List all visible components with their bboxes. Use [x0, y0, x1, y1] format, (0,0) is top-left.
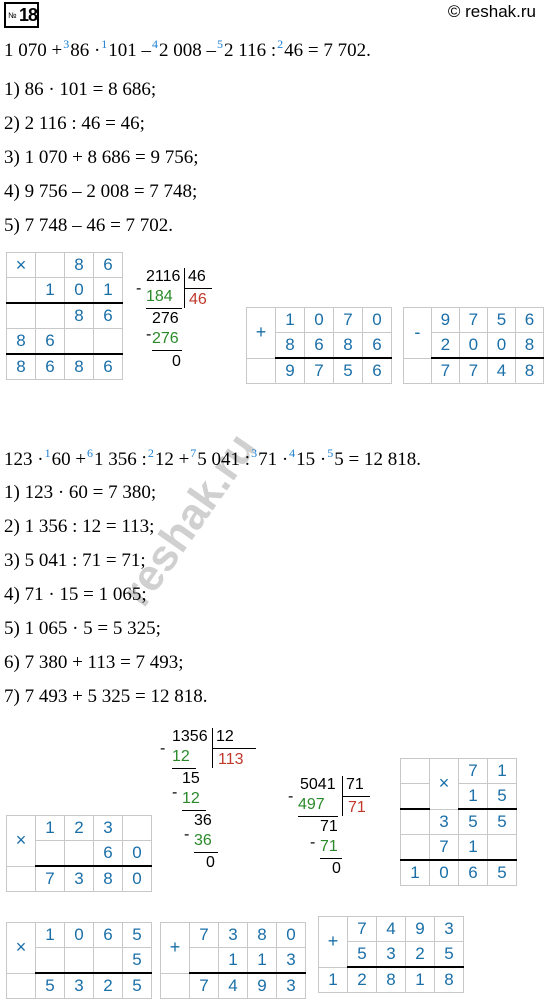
step-line: 4) 71 · 15 = 1 065; [4, 584, 147, 605]
multiplication-123x60: × 1 2 3 60 7380 [6, 815, 152, 892]
step-line: 7) 7 493 + 5 325 = 12 818. [4, 686, 208, 707]
step-line: 5) 7 748 – 46 = 7 702. [4, 215, 174, 236]
multiplication-86x101: × 8 6 101 86 86 8686 [6, 252, 123, 380]
long-division-1356-12: - 1356 12 12 113 15 - 12 36 - 36 0 [160, 728, 270, 898]
site-watermark: © reshak.ru [447, 2, 536, 21]
multiplication-71x15: × 7 1 15 355 71 1065 [400, 758, 517, 886]
multiplication-1065x5: × 1 0 6 5 5 5325 [6, 922, 152, 999]
expression-1: 1 070 +386 ·1101 –42 008 –52 116 :246 = … [4, 37, 371, 61]
long-division-2116-46: - 2116 46 184 46 276 - 276 0 [136, 268, 226, 388]
step-line: 6) 7 380 + 113 = 7 493; [4, 652, 184, 673]
expression-2: 123 ·160 +61 356 :212 +75 041 :371 ·415 … [4, 446, 421, 470]
step-line: 4) 9 756 – 2 008 = 7 748; [4, 181, 198, 202]
addition-7380+113: +7 3 8 0 113 7493 [160, 922, 306, 999]
long-division-5041-71: - 5041 71 497 71 71 - 71 0 [288, 776, 388, 886]
subtraction-9756-2008: -9756 2008 7748 [403, 307, 544, 384]
step-line: 3) 1 070 + 8 686 = 9 756; [4, 147, 199, 168]
step-line: 1) 123 · 60 = 7 380; [4, 482, 157, 503]
task-number-badge: № 18 [4, 2, 39, 28]
task-number: 18 [19, 5, 38, 25]
step-line: 3) 5 041 : 71 = 71; [4, 550, 146, 571]
addition-1070+8686: +1 0 7 0 8686 9756 [246, 307, 392, 384]
step-line: 1) 86 · 101 = 8 686; [4, 79, 157, 100]
step-line: 2) 1 356 : 12 = 113; [4, 516, 155, 537]
step-line: 5) 1 065 · 5 = 5 325; [4, 618, 161, 639]
addition-7493+5325: +7 4 9 3 5325 12818 [318, 916, 464, 993]
number-sign: № [8, 11, 17, 20]
step-line: 2) 2 116 : 46 = 46; [4, 113, 145, 134]
